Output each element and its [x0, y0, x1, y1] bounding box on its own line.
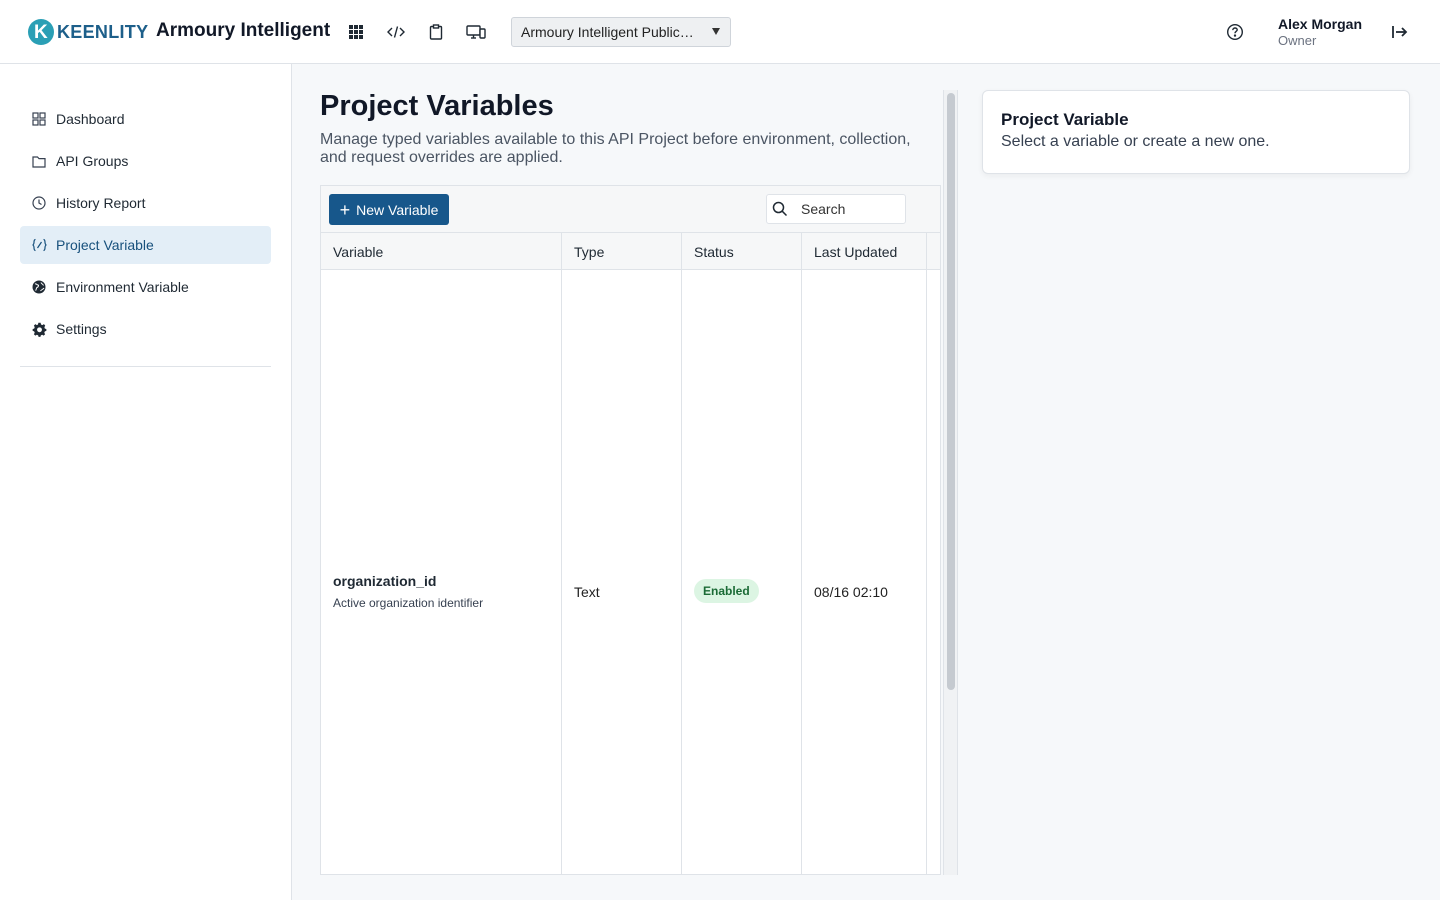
app-title: Armoury Intelligent	[156, 20, 331, 41]
status-badge: Enabled	[694, 579, 759, 603]
clock-icon	[31, 195, 47, 211]
globe-icon	[31, 279, 47, 295]
sidebar-item-label: Environment Variable	[56, 279, 189, 295]
variable-type: Text	[574, 584, 600, 600]
scrollbar-thumb[interactable]	[947, 93, 955, 690]
table-header: Variable Type Status Last Updated	[321, 233, 940, 270]
new-variable-button[interactable]: + New Variable	[329, 194, 449, 225]
logout-icon[interactable]	[1389, 22, 1409, 42]
keenlity-logo-icon: K	[28, 19, 54, 45]
variable-description: Active organization identifier	[333, 596, 484, 610]
table-column	[802, 270, 927, 874]
sidebar-item-label: Dashboard	[56, 111, 125, 127]
code-icon[interactable]	[384, 20, 408, 44]
clipboard-icon[interactable]	[424, 20, 448, 44]
top-header: K KEENLITY Armoury Intelligent Armoury I…	[0, 0, 1440, 64]
page-title: Project Variables	[320, 90, 554, 122]
detail-panel: Project Variable Select a variable or cr…	[982, 90, 1410, 174]
project-select-value: Armoury Intelligent Public…	[521, 24, 694, 40]
variable-icon	[31, 237, 47, 253]
column-header-variable[interactable]: Variable	[321, 233, 562, 270]
folder-icon	[31, 153, 47, 169]
sidebar-item-label: API Groups	[56, 153, 129, 169]
variable-last-updated: 08/16 02:10	[814, 584, 888, 600]
table-toolbar: + New Variable	[321, 186, 940, 233]
logo[interactable]: K KEENLITY	[28, 18, 148, 46]
search-input[interactable]	[801, 201, 896, 217]
grid-icon[interactable]	[344, 20, 368, 44]
variables-table: + New Variable Variable Type Status Last…	[320, 185, 941, 875]
user-name[interactable]: Alex Morgan	[1278, 16, 1362, 32]
sidebar-item-environment-variable[interactable]: Environment Variable	[20, 268, 271, 306]
dashboard-icon	[31, 111, 47, 127]
devices-icon[interactable]	[464, 20, 488, 44]
chevron-down-icon	[712, 28, 720, 35]
help-icon[interactable]	[1226, 23, 1244, 41]
detail-title: Project Variable	[1001, 110, 1129, 129]
logo-text: KEENLITY	[57, 21, 149, 42]
search-icon	[772, 201, 788, 217]
search-box[interactable]	[766, 194, 906, 224]
page-description: Manage typed variables available to this…	[320, 131, 911, 166]
sidebar-item-settings[interactable]: Settings	[20, 310, 271, 348]
plus-icon: +	[339, 199, 351, 220]
sidebar-item-label: Project Variable	[56, 237, 154, 253]
sidebar-divider	[20, 366, 271, 367]
sidebar-item-label: Settings	[56, 321, 107, 337]
user-role: Owner	[1278, 33, 1317, 48]
detail-subtitle: Select a variable or create a new one.	[1001, 133, 1270, 150]
sidebar-item-project-variable[interactable]: Project Variable	[20, 226, 271, 264]
sidebar-item-dashboard[interactable]: Dashboard	[20, 100, 271, 138]
sidebar: Dashboard API Groups History Report Proj…	[0, 64, 292, 900]
gear-icon	[31, 321, 47, 337]
sidebar-item-history-report[interactable]: History Report	[20, 184, 271, 222]
sidebar-nav: Dashboard API Groups History Report Proj…	[20, 100, 271, 352]
table-column	[682, 270, 802, 874]
column-header-type[interactable]: Type	[562, 233, 682, 270]
sidebar-item-api-groups[interactable]: API Groups	[20, 142, 271, 180]
column-header-last-updated[interactable]: Last Updated	[802, 233, 927, 270]
sidebar-item-label: History Report	[56, 195, 146, 211]
column-header-status[interactable]: Status	[682, 233, 802, 270]
new-variable-label: New Variable	[356, 201, 439, 218]
scrollbar[interactable]	[943, 90, 958, 875]
table-column	[562, 270, 682, 874]
project-select[interactable]: Armoury Intelligent Public…	[511, 17, 731, 47]
variable-name: organization_id	[333, 573, 437, 589]
